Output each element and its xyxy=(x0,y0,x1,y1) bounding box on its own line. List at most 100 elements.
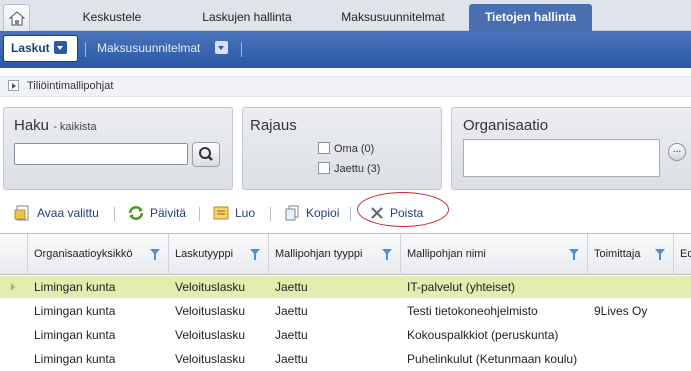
filter-icon[interactable] xyxy=(150,249,160,260)
copy-button[interactable]: Kopioi xyxy=(283,204,339,222)
search-input[interactable] xyxy=(14,143,188,165)
search-panel-title: Haku - kaikista xyxy=(14,117,97,134)
tab-label: Laskujen hallinta xyxy=(202,10,292,24)
tab-label: Maksusuunnitelmat xyxy=(341,10,445,24)
toolbar-divider xyxy=(199,207,200,221)
cell-organization: Limingan kunta xyxy=(34,304,116,318)
chevron-down-icon xyxy=(215,41,229,55)
open-document-icon xyxy=(14,205,29,221)
cell-template-name: Kokouspalkkiot (peruskunta) xyxy=(407,328,559,342)
expand-arrow-icon[interactable] xyxy=(8,79,19,91)
limit-option-oma[interactable]: Oma (0) xyxy=(318,142,374,156)
create-icon xyxy=(213,206,229,220)
breadcrumb: Tiliöintimallipohjat xyxy=(0,76,691,97)
cell-template-type: Jaettu xyxy=(275,328,308,342)
cell-template-name: Testi tietokoneohjelmisto xyxy=(407,304,538,318)
toolbar-divider xyxy=(270,207,271,221)
nav-divider xyxy=(85,42,86,57)
refresh-button[interactable]: Päivitä xyxy=(127,204,186,222)
filter-icon[interactable] xyxy=(569,249,579,260)
tab-tietojen-hallinta[interactable]: Tietojen hallinta xyxy=(469,4,592,31)
open-selected-label: Avaa valittu xyxy=(37,206,99,220)
row-indicator-header xyxy=(0,234,28,275)
tab-keskustele[interactable]: Keskustele xyxy=(48,4,176,31)
open-selected-button[interactable]: Avaa valittu xyxy=(14,204,99,222)
nav-divider xyxy=(241,42,242,57)
tab-label: Tietojen hallinta xyxy=(484,10,577,24)
oma-label: Oma (0) xyxy=(334,143,375,155)
oma-checkbox[interactable] xyxy=(318,142,330,155)
cell-supplier: 9Lives Oy xyxy=(594,304,648,318)
table-header: Organisaatioyksikkö Laskutyyppi Mallipoh… xyxy=(0,234,691,275)
search-title: Haku xyxy=(14,117,50,134)
cell-invoice-type: Veloituslasku xyxy=(175,280,246,294)
limit-panel: Rajaus Oma (0) Jaettu (3) xyxy=(242,107,442,190)
table-row[interactable]: Limingan kunta Veloituslasku Jaettu IT-p… xyxy=(0,276,691,298)
column-label: Mallipohjan tyyppi xyxy=(275,248,363,260)
cell-template-type: Jaettu xyxy=(275,304,308,318)
highlight-annotation xyxy=(357,192,449,227)
column-label: Toimittaja xyxy=(594,248,641,260)
column-header-ed[interactable]: Ed xyxy=(674,234,691,275)
search-button[interactable] xyxy=(192,142,220,167)
cell-supplier xyxy=(588,324,674,346)
jaettu-checkbox[interactable] xyxy=(318,162,330,175)
cell-invoice-type: Veloituslasku xyxy=(175,352,246,366)
column-label: Laskutyyppi xyxy=(175,248,234,260)
nav-maksusuunnitelmat-menu[interactable]: Maksusuunnitelmat xyxy=(97,35,229,62)
home-tab[interactable] xyxy=(3,4,30,31)
organization-panel-title: Organisaatio xyxy=(463,117,549,134)
cell-supplier xyxy=(588,348,674,370)
column-header-invoice-type[interactable]: Laskutyyppi xyxy=(169,234,269,275)
tab-maksusuunnitelmat[interactable]: Maksusuunnitelmat xyxy=(318,4,468,31)
create-label: Luo xyxy=(235,206,256,220)
organization-field[interactable] xyxy=(463,139,660,177)
nav-laskut-menu[interactable]: Laskut xyxy=(3,35,78,62)
cell-supplier xyxy=(588,276,674,298)
organization-picker-button[interactable]: ... xyxy=(668,143,686,161)
tab-label: Keskustele xyxy=(82,10,142,24)
tab-laskujen-hallinta[interactable]: Laskujen hallinta xyxy=(176,4,318,31)
limit-panel-title: Rajaus xyxy=(250,117,297,134)
cell-organization: Limingan kunta xyxy=(34,280,116,294)
search-subtitle: - kaikista xyxy=(53,121,97,133)
column-header-template-name[interactable]: Mallipohjan nimi xyxy=(401,234,588,275)
copy-icon xyxy=(285,205,299,221)
templates-table: Organisaatioyksikkö Laskutyyppi Mallipoh… xyxy=(0,233,691,371)
toolbar-divider xyxy=(350,207,351,221)
cell-template-name: Puhelinkulut (Ketunmaan koulu) xyxy=(407,352,578,366)
organization-panel: Organisaatio ... xyxy=(451,107,691,190)
table-row[interactable]: Limingan kunta Veloituslasku Jaettu Test… xyxy=(0,300,691,322)
breadcrumb-label: Tiliöintimallipohjat xyxy=(27,80,114,92)
limit-option-jaettu[interactable]: Jaettu (3) xyxy=(318,162,380,176)
column-header-template-type[interactable]: Mallipohjan tyyppi xyxy=(269,234,401,275)
cell-organization: Limingan kunta xyxy=(34,328,116,342)
cell-template-name: IT-palvelut (yhteiset) xyxy=(407,280,516,294)
table-row[interactable]: Limingan kunta Veloituslasku Jaettu Puhe… xyxy=(0,348,691,370)
row-selected-marker-icon xyxy=(11,283,15,291)
column-label: Organisaatioyksikkö xyxy=(34,248,133,260)
jaettu-label: Jaettu (3) xyxy=(334,163,381,175)
column-header-organization[interactable]: Organisaatioyksikkö xyxy=(28,234,169,275)
toolbar: Avaa valittu Päivitä Luo Kopioi Poista xyxy=(0,199,691,227)
cell-template-type: Jaettu xyxy=(275,352,308,366)
column-label: Ed xyxy=(680,248,691,260)
home-icon xyxy=(8,10,25,25)
column-header-supplier[interactable]: Toimittaja xyxy=(588,234,674,275)
cell-invoice-type: Veloituslasku xyxy=(175,328,246,342)
cell-template-type: Jaettu xyxy=(275,280,308,294)
filter-icon[interactable] xyxy=(655,249,665,260)
create-button[interactable]: Luo xyxy=(212,204,255,222)
filter-icon[interactable] xyxy=(250,249,260,260)
copy-label: Kopioi xyxy=(306,206,340,220)
search-panel: Haku - kaikista xyxy=(3,107,233,190)
refresh-icon xyxy=(128,206,144,220)
table-row[interactable]: Limingan kunta Veloituslasku Jaettu Koko… xyxy=(0,324,691,346)
filter-icon[interactable] xyxy=(382,249,392,260)
nav-laskut-label: Laskut xyxy=(11,41,50,55)
chevron-down-icon xyxy=(53,41,67,55)
cell-organization: Limingan kunta xyxy=(34,352,116,366)
column-label: Mallipohjan nimi xyxy=(407,248,486,260)
toolbar-divider xyxy=(114,207,115,221)
refresh-label: Päivitä xyxy=(150,206,187,220)
